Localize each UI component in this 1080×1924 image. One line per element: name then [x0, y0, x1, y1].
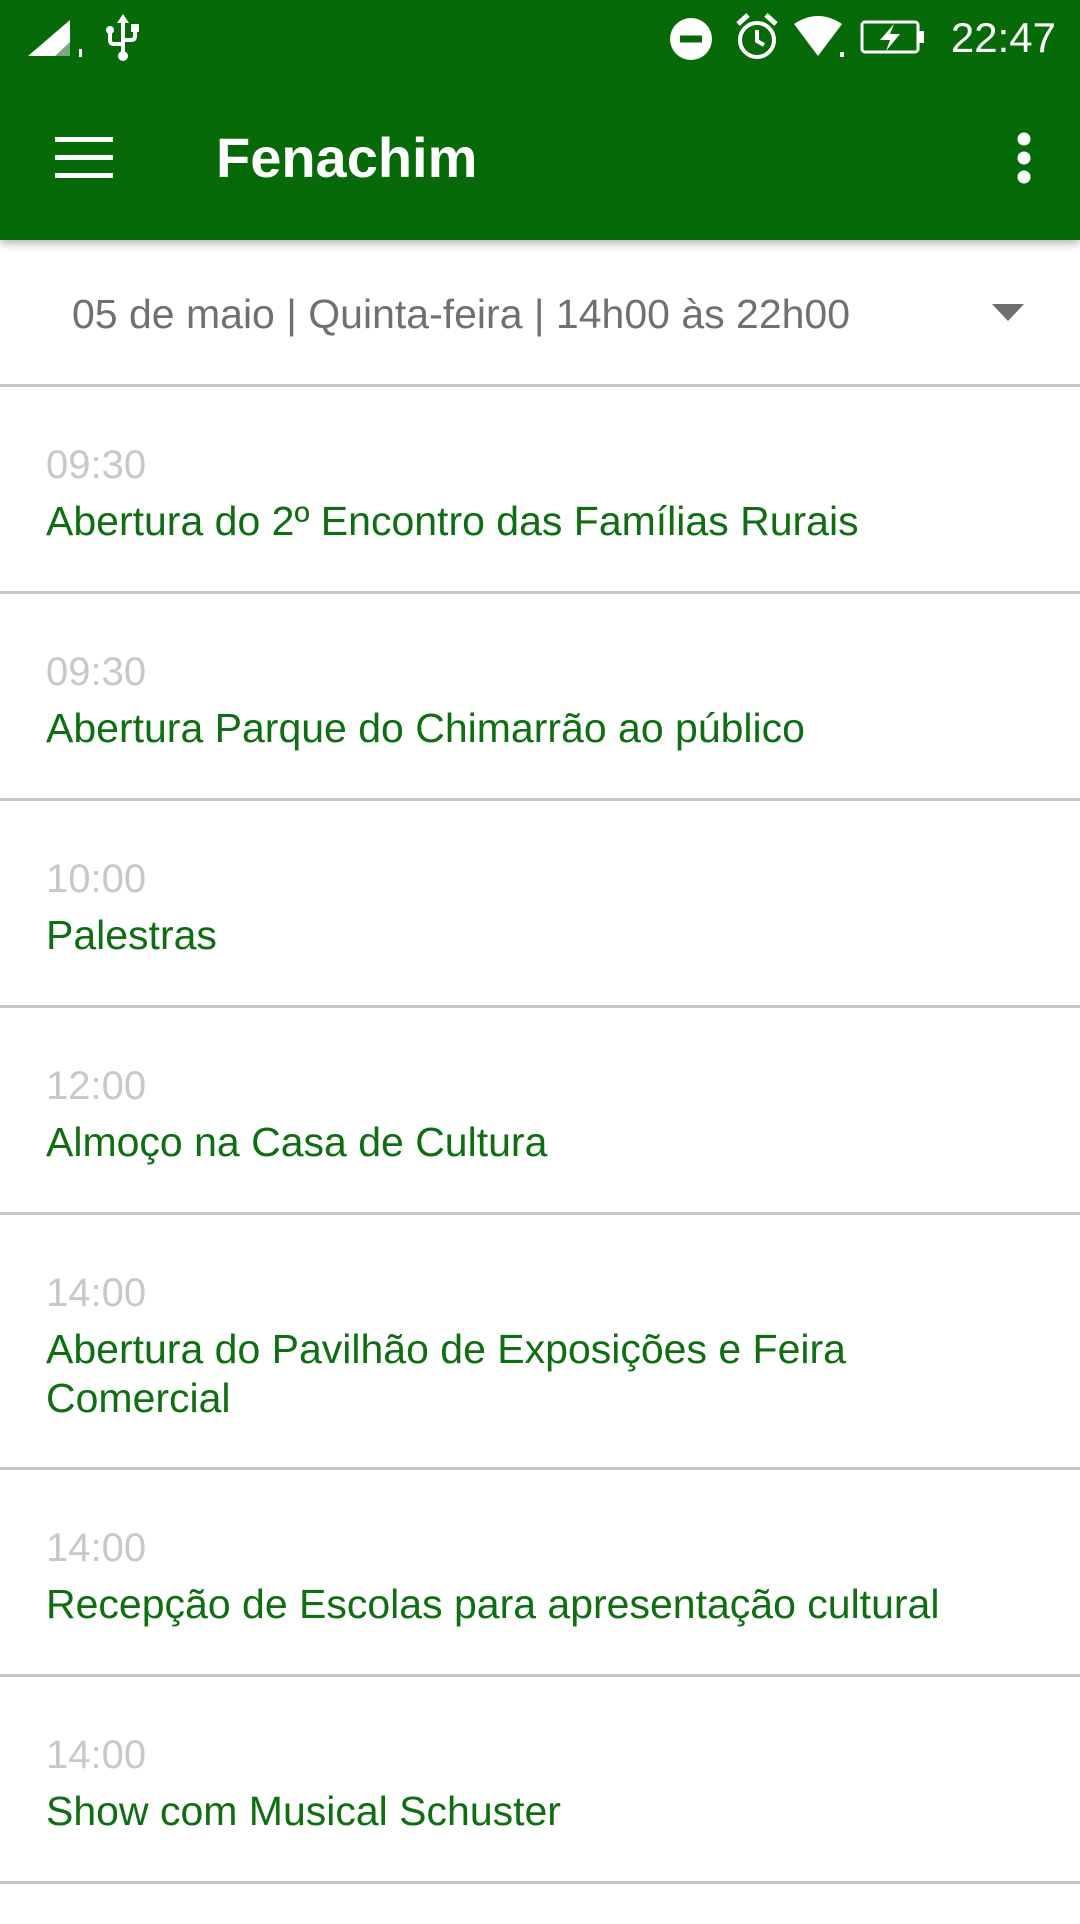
- event-list-item[interactable]: 14:00 Abertura do Pavilhão de Exposições…: [0, 1212, 1080, 1467]
- wifi-icon: [794, 16, 844, 57]
- date-selector-label: 05 de maio | Quinta-feira | 14h00 às 22h…: [72, 291, 851, 337]
- more-vert-icon: [1017, 132, 1031, 184]
- event-time: 10:00: [46, 857, 147, 901]
- arrow-drop-down-icon: [992, 304, 1024, 321]
- battery-charging-icon: [860, 20, 924, 54]
- event-title: Almoço na Casa de Cultura: [46, 1119, 548, 1165]
- event-list-item[interactable]: 10:00 Palestras: [0, 798, 1080, 1005]
- event-title: Abertura do 2º Encontro das Famílias Rur…: [46, 498, 859, 544]
- menu-button[interactable]: [40, 118, 128, 198]
- event-list-item[interactable]: 14:00 Show com Musical Schuster: [0, 1674, 1080, 1881]
- event-list: 09:30 Abertura do 2º Encontro das Famíli…: [0, 384, 1080, 1924]
- event-title: Recepção de Escolas para apresentação cu…: [46, 1581, 940, 1627]
- alarm-icon: [736, 13, 778, 59]
- app-bar: Fenachim: [0, 76, 1080, 240]
- event-list-item[interactable]: 12:00 Almoço na Casa de Cultura: [0, 1005, 1080, 1212]
- event-title: Abertura Parque do Chimarrão ao público: [46, 705, 805, 751]
- event-list-item[interactable]: 14:00 Recepção de Escolas para apresenta…: [0, 1467, 1080, 1674]
- date-selector[interactable]: 05 de maio | Quinta-feira | 14h00 às 22h…: [0, 240, 1080, 384]
- app-title: Fenachim: [216, 126, 478, 189]
- overflow-menu-button[interactable]: [992, 118, 1056, 198]
- status-clock: 22:47: [950, 14, 1056, 61]
- event-time: 09:30: [46, 443, 147, 487]
- event-title: Palestras: [46, 912, 217, 958]
- event-title: Show com Musical Schuster: [46, 1788, 561, 1834]
- hamburger-menu-icon: [55, 137, 113, 178]
- event-time: 09:30: [46, 650, 147, 694]
- list-divider: [0, 1881, 1080, 1924]
- event-time: 14:00: [46, 1271, 147, 1315]
- signal-icon: [28, 20, 82, 57]
- usb-icon: [106, 14, 139, 61]
- event-time: 12:00: [46, 1064, 147, 1108]
- event-list-item[interactable]: 09:30 Abertura do 2º Encontro das Famíli…: [0, 384, 1080, 591]
- event-title: Abertura do Pavilhão de Exposições e Fei…: [46, 1326, 846, 1421]
- event-time: 14:00: [46, 1733, 147, 1777]
- do-not-disturb-icon: [670, 18, 712, 60]
- event-time: 14:00: [46, 1526, 147, 1570]
- event-list-item[interactable]: 09:30 Abertura Parque do Chimarrão ao pú…: [0, 591, 1080, 798]
- status-bar: 22:47: [0, 0, 1080, 76]
